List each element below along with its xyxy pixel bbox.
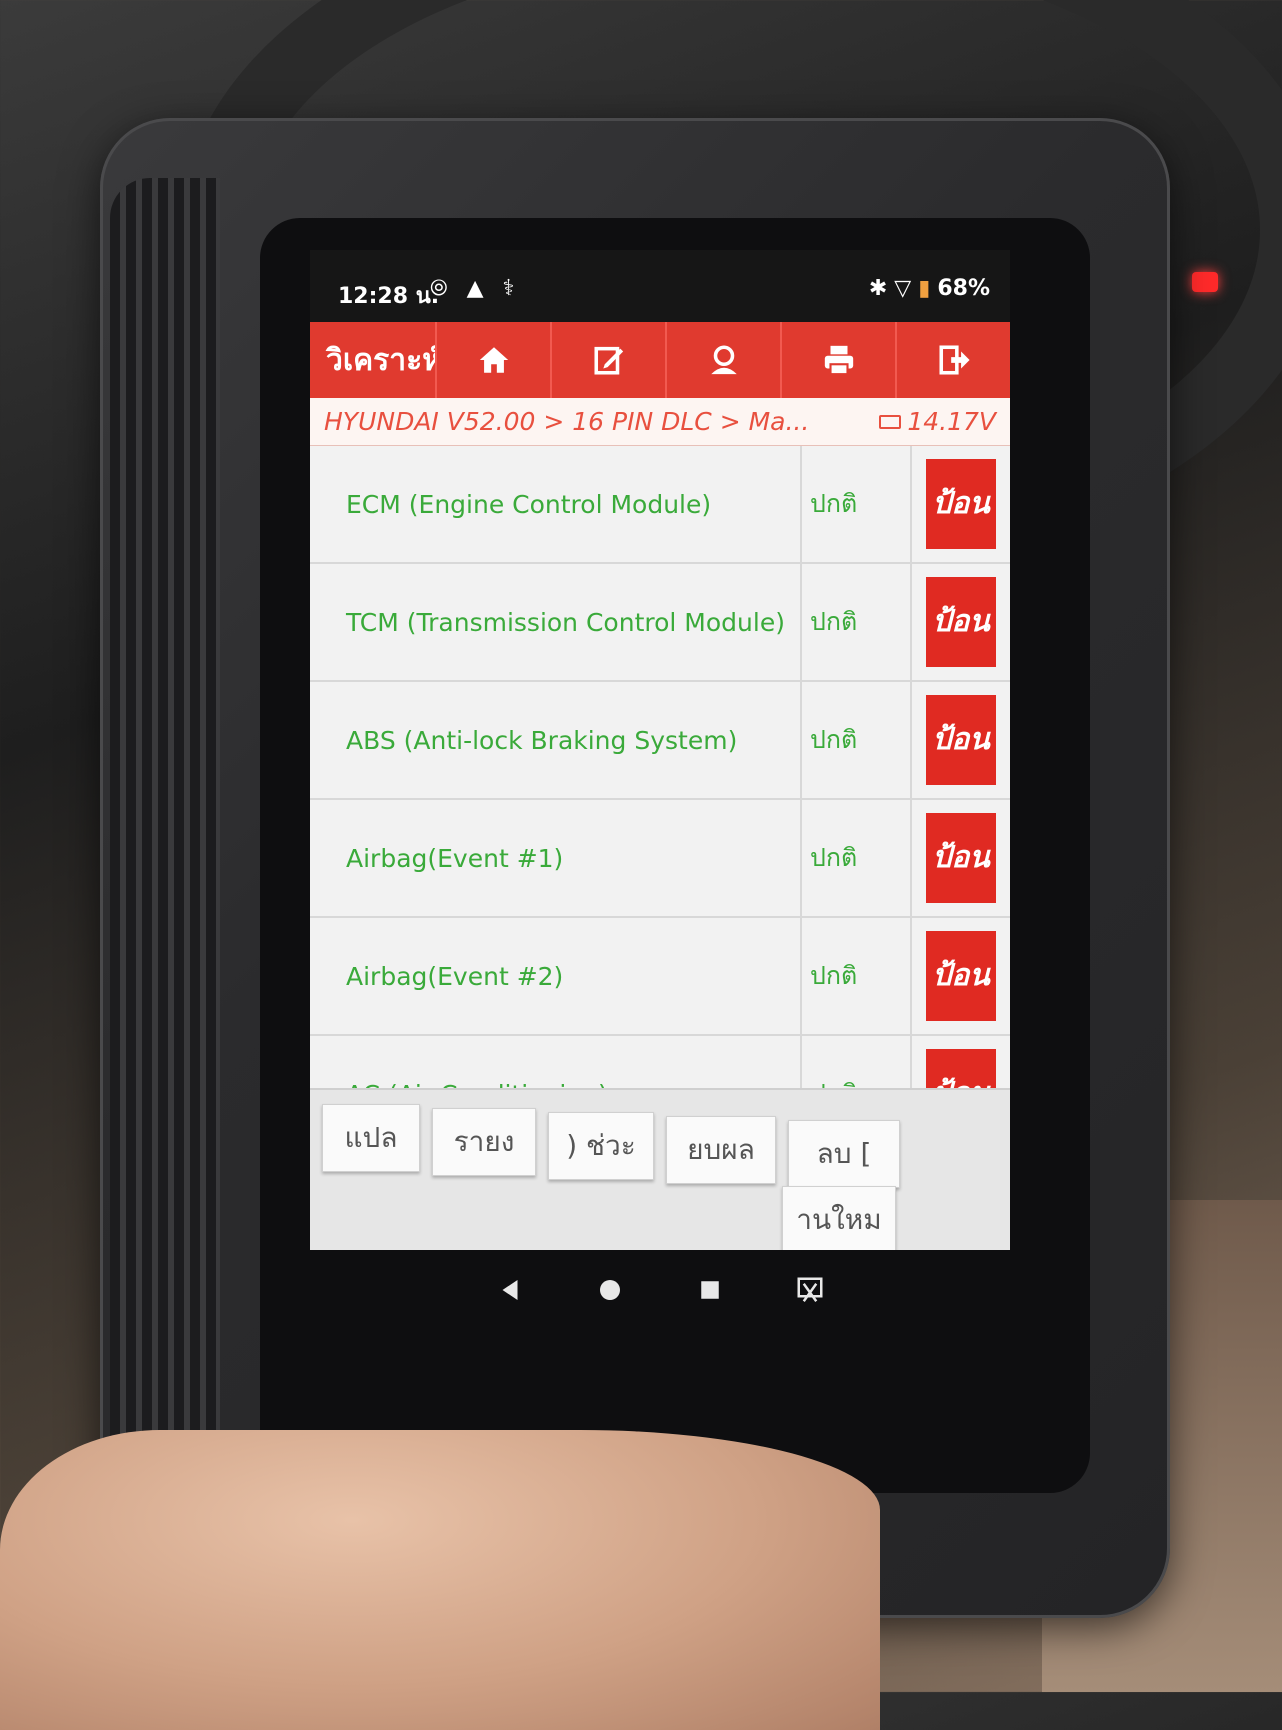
exit-icon bbox=[938, 345, 970, 375]
module-name: Airbag(Event #1) bbox=[310, 800, 802, 916]
home-icon bbox=[479, 347, 508, 373]
module-status: ปกติ bbox=[802, 564, 912, 680]
help-button[interactable]: ) ช่วะ bbox=[548, 1112, 654, 1180]
view-results-button[interactable]: ยบผล bbox=[666, 1116, 776, 1184]
edit-button[interactable] bbox=[550, 322, 665, 398]
user-support-icon bbox=[710, 345, 737, 375]
tablet-grip bbox=[110, 178, 220, 1558]
module-row-airbag-1[interactable]: Airbag(Event #1) ปกติ ป้อน bbox=[310, 800, 1010, 918]
module-row-abs[interactable]: ABS (Anti-lock Braking System) ปกติ ป้อน bbox=[310, 682, 1010, 800]
stethoscope-icon: ⚕ bbox=[502, 276, 521, 301]
screenshot-icon[interactable] bbox=[795, 1275, 825, 1305]
translate-button[interactable]: แปล bbox=[322, 1104, 420, 1172]
support-button[interactable] bbox=[665, 322, 780, 398]
module-list: ECM (Engine Control Module) ปกติ ป้อน TC… bbox=[310, 446, 1010, 1154]
module-status: ปกติ bbox=[802, 918, 912, 1034]
wifi-icon: ▽ bbox=[894, 276, 912, 301]
clock: 12:28 น. bbox=[338, 284, 440, 309]
enter-button[interactable]: ป้อน bbox=[926, 577, 996, 667]
module-status: ปกติ bbox=[802, 682, 912, 798]
report-button[interactable]: รายง bbox=[432, 1108, 536, 1176]
enter-button[interactable]: ป้อน bbox=[926, 931, 996, 1021]
voltage-value: 14.17V bbox=[907, 407, 996, 436]
holding-hand bbox=[0, 1430, 880, 1730]
module-row-ecm[interactable]: ECM (Engine Control Module) ปกติ ป้อน bbox=[310, 446, 1010, 564]
android-nav-bar bbox=[310, 1250, 1010, 1330]
bottom-action-panel: แปล รายง ) ช่วะ ยบผล ลบ [ านใหม bbox=[310, 1088, 1010, 1250]
module-name: TCM (Transmission Control Module) bbox=[310, 564, 802, 680]
printer-icon bbox=[824, 345, 853, 376]
rescan-button[interactable]: านใหม bbox=[782, 1186, 896, 1250]
enter-button[interactable]: ป้อน bbox=[926, 459, 996, 549]
sync-icon: ⦾ bbox=[430, 276, 454, 301]
warning-icon: ▲ bbox=[466, 276, 490, 301]
dashboard-warning-light bbox=[1192, 272, 1218, 292]
tablet-screen: 12:28 น. ⦾ ▲ ⚕ ✱ ▽ ▮ 68% วิเคราะห์ HYUND… bbox=[310, 250, 1010, 1250]
notification-icons: ⦾ ▲ ⚕ bbox=[430, 276, 520, 301]
enter-button[interactable]: ป้อน bbox=[926, 813, 996, 903]
bluetooth-icon: ✱ bbox=[868, 276, 888, 301]
battery-voltage-icon bbox=[879, 414, 902, 429]
module-status: ปกติ bbox=[802, 446, 912, 562]
module-row-airbag-2[interactable]: Airbag(Event #2) ปกติ ป้อน bbox=[310, 918, 1010, 1036]
battery-icon: ▮ bbox=[918, 276, 931, 301]
module-name: ECM (Engine Control Module) bbox=[310, 446, 802, 562]
module-name: ABS (Anti-lock Braking System) bbox=[310, 682, 802, 798]
module-row-tcm[interactable]: TCM (Transmission Control Module) ปกติ ป… bbox=[310, 564, 1010, 682]
app-toolbar: วิเคราะห์ bbox=[310, 322, 1010, 398]
home-circle-icon[interactable] bbox=[595, 1275, 625, 1305]
print-button[interactable] bbox=[780, 322, 895, 398]
toolbar-title: วิเคราะห์ bbox=[326, 342, 435, 378]
back-icon[interactable] bbox=[495, 1275, 525, 1305]
home-button[interactable] bbox=[435, 322, 550, 398]
module-name: Airbag(Event #2) bbox=[310, 918, 802, 1034]
edit-icon bbox=[593, 346, 623, 375]
recents-icon[interactable] bbox=[695, 1275, 725, 1305]
system-icons: ✱ ▽ ▮ 68% bbox=[869, 276, 990, 301]
clear-codes-button[interactable]: ลบ [ bbox=[788, 1120, 900, 1188]
enter-button[interactable]: ป้อน bbox=[926, 695, 996, 785]
voltage-readout: 14.17V bbox=[879, 407, 996, 436]
module-status: ปกติ bbox=[802, 800, 912, 916]
status-bar: 12:28 น. ⦾ ▲ ⚕ ✱ ▽ ▮ 68% bbox=[310, 250, 1010, 322]
breadcrumb: HYUNDAI V52.00 > 16 PIN DLC > Ma... 14.1… bbox=[310, 398, 1010, 446]
breadcrumb-path: HYUNDAI V52.00 > 16 PIN DLC > Ma... bbox=[324, 407, 810, 436]
battery-percent: 68% bbox=[937, 276, 990, 301]
exit-button[interactable] bbox=[895, 322, 1010, 398]
